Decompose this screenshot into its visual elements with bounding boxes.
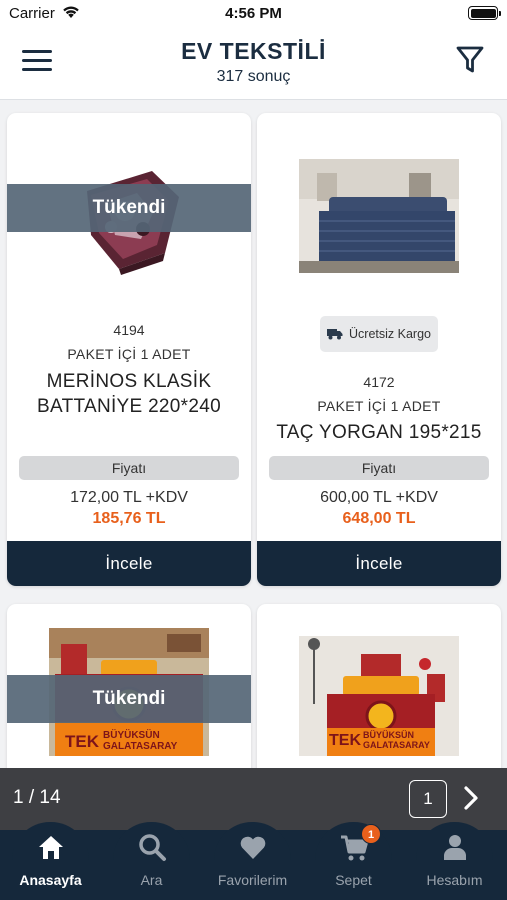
- price-gross: 648,00 TL: [342, 510, 416, 527]
- tab-label: Favorilerim: [217, 872, 288, 888]
- page-indicator: 1 / 14: [13, 787, 61, 808]
- tab-bar: Anasayfa Ara Favorilerim 1 Sepet Hesabım: [0, 822, 507, 900]
- free-shipping-label: Ücretsiz Kargo: [349, 327, 431, 341]
- package-info: PAKET İÇİ 1 ADET: [317, 398, 441, 414]
- price-gross: 185,76 TL: [92, 510, 166, 527]
- inspect-button[interactable]: İncele: [257, 541, 501, 586]
- product-code: 4172: [363, 374, 395, 390]
- chevron-right-icon[interactable]: [462, 785, 480, 811]
- price-net: 172,00 TL +KDV: [70, 489, 188, 506]
- image-text: BÜYÜKSÜN GALATASARAY: [363, 730, 430, 750]
- tab-favorites[interactable]: Favorilerim: [202, 822, 303, 900]
- tab-label: Hesabım: [426, 872, 483, 888]
- filter-icon[interactable]: [455, 44, 485, 76]
- price-label: Fiyatı: [19, 456, 239, 480]
- result-count: 317 sonuç: [216, 68, 291, 85]
- tab-home[interactable]: Anasayfa: [0, 822, 101, 900]
- sold-out-badge: Tükendi: [7, 184, 251, 232]
- cart-count-badge: 1: [361, 824, 381, 844]
- search-icon: [139, 834, 166, 861]
- product-card[interactable]: Ücretsiz Kargo 4172 PAKET İÇİ 1 ADET TAÇ…: [257, 113, 501, 586]
- price-net: 600,00 TL +KDV: [320, 489, 438, 506]
- clock: 4:56 PM: [225, 5, 282, 22]
- tab-search[interactable]: Ara: [101, 822, 202, 900]
- tab-cart[interactable]: 1 Sepet: [303, 822, 404, 900]
- package-info: PAKET İÇİ 1 ADET: [67, 346, 191, 362]
- home-icon: [39, 836, 63, 859]
- image-text: BÜYÜKSÜN GALATASARAY: [103, 730, 178, 752]
- page-title: EV TEKSTİLİ: [181, 38, 326, 64]
- current-page-button[interactable]: 1: [409, 780, 447, 818]
- pagination-bar: 1 / 14 1: [0, 768, 507, 830]
- inspect-button[interactable]: İncele: [7, 541, 251, 586]
- product-card[interactable]: Tükendi 4194 PAKET İÇİ 1 ADET MERİNOS KL…: [7, 113, 251, 586]
- product-code: 4194: [113, 322, 145, 338]
- status-bar: Carrier 4:56 PM: [0, 0, 507, 28]
- nav-header: EV TEKSTİLİ 317 sonuç: [0, 28, 507, 100]
- price-label: Fiyatı: [269, 456, 489, 480]
- tab-account[interactable]: Hesabım: [404, 822, 505, 900]
- product-name: MERİNOS KLASİK BATTANİYE 220*240: [37, 371, 221, 417]
- heart-icon: [240, 836, 266, 859]
- tab-label: Sepet: [335, 872, 372, 888]
- tab-label: Anasayfa: [19, 872, 82, 888]
- product-image-quilt: [299, 159, 459, 273]
- image-text-short: TEK: [65, 732, 99, 751]
- tab-label: Ara: [140, 872, 163, 888]
- truck-icon: [327, 329, 343, 340]
- product-name: TAÇ YORGAN 195*215: [276, 422, 482, 443]
- free-shipping-badge: Ücretsiz Kargo: [320, 316, 438, 352]
- user-icon: [444, 835, 466, 860]
- sold-out-badge: Tükendi: [7, 675, 251, 723]
- image-text-short: TEK: [329, 732, 361, 749]
- battery-icon: [468, 6, 501, 20]
